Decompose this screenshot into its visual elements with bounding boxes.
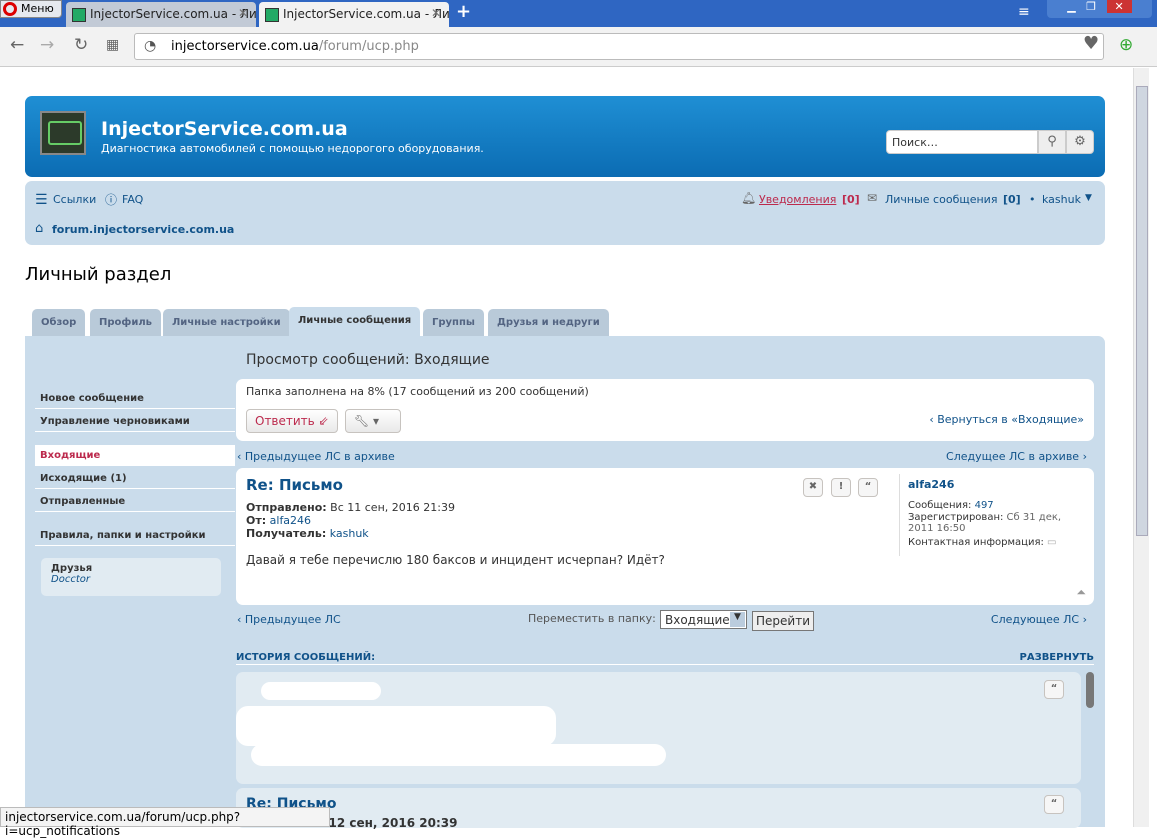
tab-menu-icon[interactable]: ≡: [1018, 4, 1030, 20]
friend-link[interactable]: Docctor: [51, 574, 211, 585]
home-icon: ⌂: [35, 221, 44, 236]
scrollbar[interactable]: [1133, 68, 1149, 827]
gear-icon[interactable]: ⚙: [1066, 130, 1094, 154]
favicon-icon: [72, 7, 86, 22]
next-archive-link[interactable]: Следущее ЛС в архиве ›: [946, 450, 1087, 463]
window-controls[interactable]: ▁ ❐ ✕: [1047, 0, 1152, 18]
notifications-count[interactable]: [0]: [842, 193, 860, 206]
sidebar-item-drafts[interactable]: Управление черновиками: [35, 411, 235, 432]
status-bar-url: injectorservice.com.ua/forum/ucp.php?i=u…: [0, 807, 330, 838]
close-tab-icon[interactable]: ✕: [238, 6, 248, 20]
quote-icon[interactable]: “: [1044, 795, 1064, 814]
quote-icon[interactable]: “: [1044, 680, 1064, 699]
tab-friends[interactable]: Друзья и недруги: [488, 309, 609, 336]
message-post: Re: Письмо Отправлено: Вс 11 сен, 2016 2…: [236, 468, 1094, 605]
sidebar-item-sent[interactable]: Отправленные: [35, 491, 235, 512]
sidebar-item-rules[interactable]: Правила, папки и настройки: [35, 525, 235, 546]
menu-icon: ☰: [35, 192, 48, 208]
next-pm-link[interactable]: Следующее ЛС ›: [991, 613, 1087, 626]
author-posts[interactable]: 497: [975, 500, 994, 511]
site-logo[interactable]: [40, 111, 86, 155]
report-icon[interactable]: !: [831, 478, 851, 497]
sidebar-item-new-message[interactable]: Новое сообщение: [35, 388, 235, 409]
history-item-redacted: “: [236, 672, 1094, 784]
author-name-link[interactable]: alfa246: [908, 478, 954, 491]
speed-icon: ◔: [144, 38, 157, 54]
browser-tab[interactable]: InjectorService.com.ua - Лич ✕: [66, 2, 256, 27]
faq-link[interactable]: FAQ: [122, 193, 143, 206]
search-input[interactable]: Поиск…: [886, 130, 1038, 154]
back-icon[interactable]: ←: [10, 35, 24, 55]
site-description: Диагностика автомобилей с помощью недоро…: [101, 142, 484, 155]
envelope-icon: ✉: [867, 191, 878, 205]
tab-groups[interactable]: Группы: [423, 309, 484, 336]
bookmark-heart-icon[interactable]: ♥: [1083, 33, 1099, 54]
contact-icon[interactable]: ▭: [1047, 537, 1056, 548]
forward-icon[interactable]: →: [40, 35, 54, 55]
page-title: Личный раздел: [25, 264, 172, 285]
message-body: Давай я тебе перечислю 180 баксов и инци…: [246, 553, 665, 567]
action-bar: Папка заполнена на 8% (17 сообщений из 2…: [236, 379, 1094, 441]
move-label: Переместить в папку:: [528, 612, 656, 625]
pm-link[interactable]: Личные сообщения: [885, 193, 997, 206]
ucp-panel: Новое сообщение Управление черновиками В…: [25, 336, 1105, 830]
pm-count[interactable]: [0]: [1003, 193, 1021, 206]
tab-private-messages[interactable]: Личные сообщения: [289, 307, 421, 336]
links-menu[interactable]: Ссылки: [53, 193, 96, 206]
history-item: Re: Письмо Пн 12 сен, 2016 20:39 “: [236, 788, 1081, 830]
faq-icon: ⓘ: [105, 193, 118, 207]
folder-status: Папка заполнена на 8% (17 сообщений из 2…: [246, 385, 589, 398]
close-tab-icon[interactable]: ✕: [431, 6, 441, 20]
browser-menu-button[interactable]: Меню: [0, 0, 62, 18]
tab-overview[interactable]: Обзор: [32, 309, 86, 336]
go-button[interactable]: Перейти: [752, 611, 814, 631]
site-title[interactable]: InjectorService.com.ua: [101, 118, 348, 140]
delete-icon[interactable]: ✖: [803, 478, 823, 497]
reply-button[interactable]: Ответить ⇙: [246, 409, 338, 433]
expand-history-link[interactable]: РАЗВЕРНУТЬ: [1020, 652, 1094, 663]
notifications-link[interactable]: Уведомления: [759, 193, 836, 206]
sidebar-item-inbox[interactable]: Входящие: [35, 445, 235, 466]
reload-icon[interactable]: ↻: [74, 35, 88, 55]
history-heading: ИСТОРИЯ СООБЩЕНИЙ:: [236, 652, 376, 663]
chevron-down-icon: ▼: [730, 612, 745, 627]
folder-select[interactable]: Входящие ▼: [660, 610, 747, 629]
address-bar: ← → ↻ ▦ ◔ injectorservice.com.ua/forum/uc…: [0, 27, 1157, 67]
back-to-inbox-link[interactable]: ‹ Вернуться в «Входящие»: [929, 413, 1084, 426]
breadcrumb[interactable]: forum.injectorservice.com.ua: [52, 223, 234, 236]
sent-date: Вс 11 сен, 2016 21:39: [330, 501, 455, 514]
user-menu[interactable]: kashuk: [1042, 193, 1081, 206]
sidebar-item-outbox[interactable]: Исходящие (1): [35, 468, 235, 489]
prev-archive-link[interactable]: ‹ Предыдущее ЛС в архиве: [237, 450, 395, 463]
opera-logo-icon: [3, 2, 17, 16]
prev-pm-link[interactable]: ‹ Предыдущее ЛС: [237, 613, 341, 626]
friends-title: Друзья: [51, 563, 93, 574]
from-user-link[interactable]: alfa246: [270, 514, 311, 527]
browser-tab-bar: Меню InjectorService.com.ua - Лич ✕ Injec…: [0, 0, 1157, 27]
new-tab-button[interactable]: +: [456, 1, 471, 22]
tab-settings[interactable]: Личные настройки: [163, 309, 290, 336]
speed-dial-icon[interactable]: ▦: [106, 37, 119, 53]
bell-icon: 🔔︎: [741, 191, 757, 205]
chevron-down-icon: ▼: [1085, 193, 1092, 203]
tools-dropdown[interactable]: 🔧︎ ▾: [345, 409, 401, 433]
back-to-top-icon[interactable]: ⏶: [1076, 585, 1086, 600]
message-title[interactable]: Re: Письмо: [246, 476, 343, 494]
tab-profile[interactable]: Профиль: [90, 309, 161, 336]
to-user-link[interactable]: kashuk: [330, 527, 369, 540]
site-header: InjectorService.com.ua Диагностика автом…: [25, 96, 1105, 177]
favicon-icon: [265, 7, 279, 22]
navbar: ☰ Ссылки ⓘ FAQ 🔔︎ Уведомления [0] ✉ Личн…: [25, 181, 1105, 245]
quote-icon[interactable]: “: [858, 478, 878, 497]
browser-tab-active[interactable]: InjectorService.com.ua - Лич ✕: [259, 2, 449, 27]
friends-box: Друзья Docctor: [41, 558, 221, 596]
download-icon[interactable]: ⊕: [1119, 35, 1133, 55]
section-heading: Просмотр сообщений: Входящие: [246, 352, 490, 368]
search-icon[interactable]: ⚲: [1038, 130, 1066, 154]
history-scrollbar[interactable]: [1086, 672, 1094, 708]
url-input[interactable]: ◔ injectorservice.com.ua/forum/ucp.php: [134, 33, 1104, 60]
